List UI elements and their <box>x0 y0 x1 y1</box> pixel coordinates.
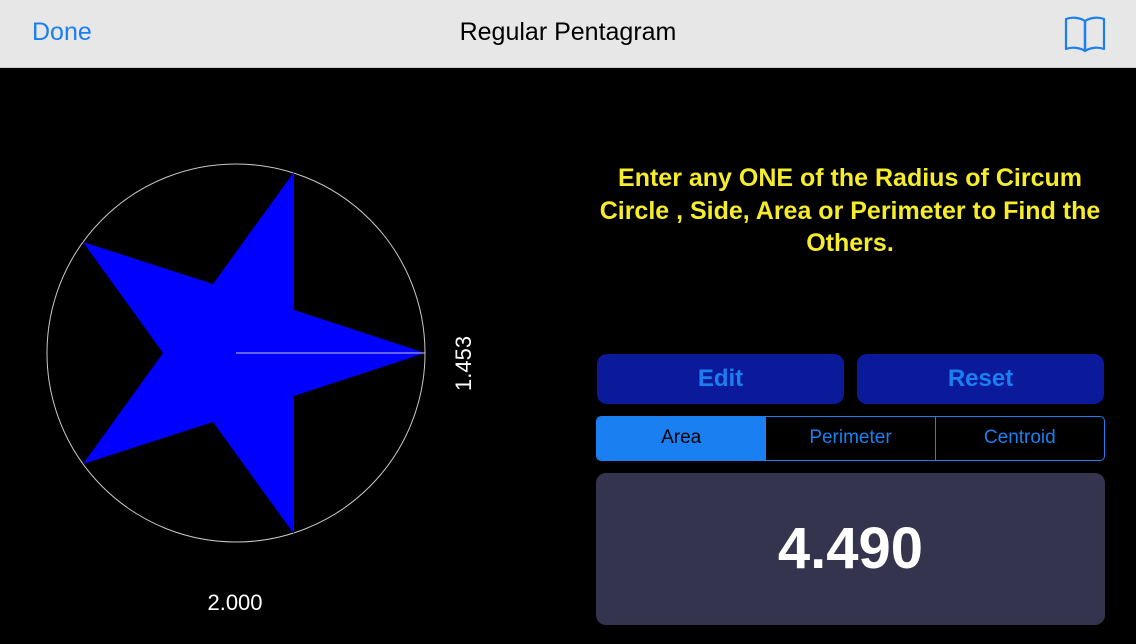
radius-label: 1.453 <box>451 335 476 391</box>
segment-perimeter[interactable]: Perimeter <box>765 417 934 460</box>
result-type-segmented-control: Area Perimeter Centroid <box>596 416 1105 461</box>
side-label: 2.000 <box>207 590 263 615</box>
segment-area[interactable]: Area <box>597 417 766 460</box>
edit-button[interactable]: Edit <box>597 354 844 404</box>
book-icon[interactable] <box>1062 13 1108 53</box>
reset-button[interactable]: Reset <box>857 354 1104 404</box>
instructions-text: Enter any ONE of the Radius of Circum Ci… <box>599 164 1101 257</box>
result-display: 4.490 <box>596 473 1105 625</box>
segment-centroid[interactable]: Centroid <box>934 417 1104 460</box>
page-title: Regular Pentagram <box>459 18 677 46</box>
main-content: 1.453 2.000 Enter any ONE of the Radius … <box>0 68 1136 639</box>
navigation-bar: Done Regular Pentagram <box>0 0 1136 68</box>
pentagram-figure: 1.453 2.000 <box>0 68 560 639</box>
